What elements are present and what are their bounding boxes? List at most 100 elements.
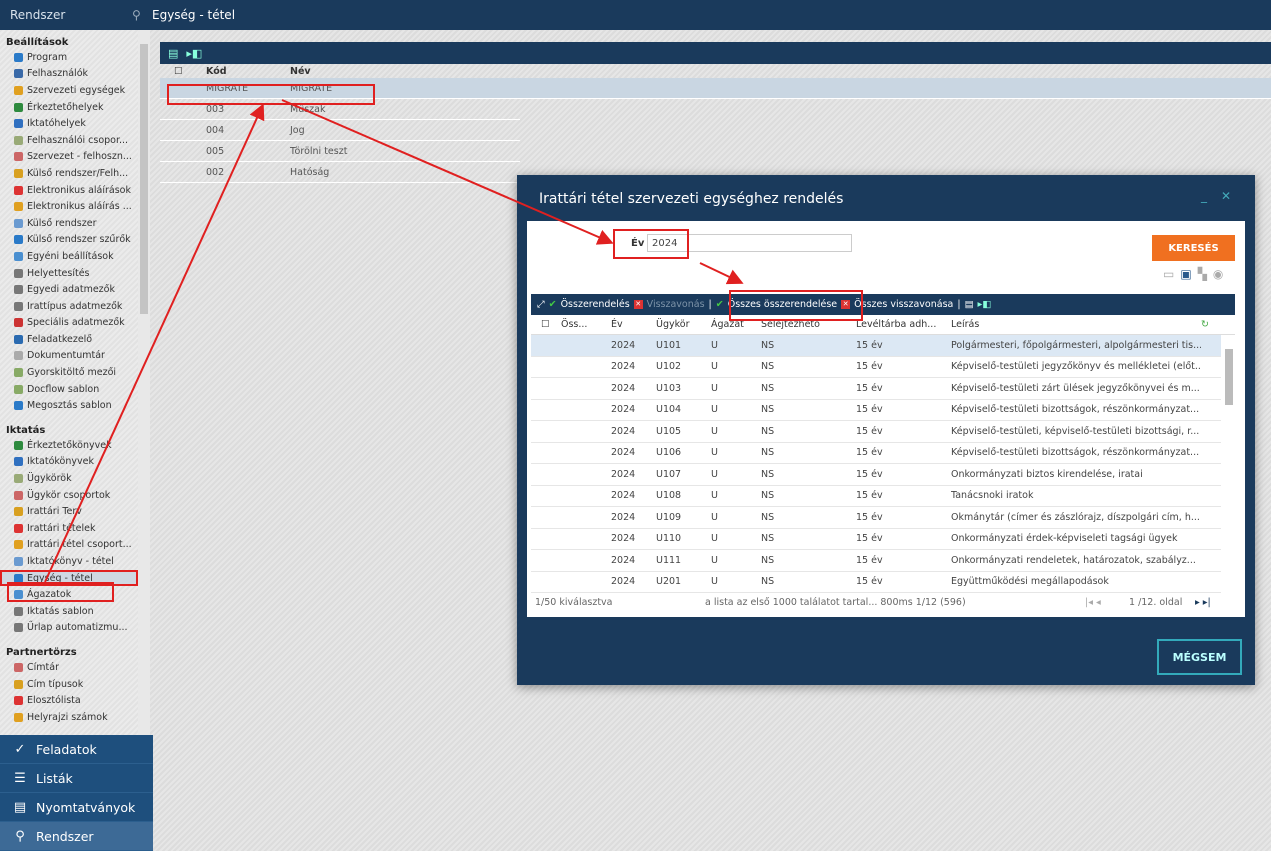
sidebar-item[interactable]: Címtár (0, 659, 138, 676)
nav-listak[interactable]: ☰ Listák (0, 764, 153, 793)
col-osszerendelt[interactable]: Öss... (561, 319, 611, 330)
first-prev-page-icons[interactable]: |◂ ◂ (1085, 597, 1129, 608)
save-icon[interactable]: ▣ (1180, 267, 1191, 281)
table-row[interactable]: 2024 U111 U NS 15 év Önkormányzati rendeletek… (531, 550, 1221, 572)
sidebar-item[interactable]: Elosztólista (0, 692, 138, 709)
sidebar-item[interactable]: Dokumentumtár (0, 348, 138, 365)
sidebar-item[interactable]: Cím típusok (0, 676, 138, 693)
cell-agazat: U (711, 361, 718, 373)
sidebar-item[interactable]: Ügykör csoportok (0, 487, 138, 504)
sidebar-item[interactable]: Iktatókönyv - tétel (0, 553, 138, 570)
col-leiras[interactable]: Leírás (951, 319, 1201, 330)
minimize-icon[interactable]: _ (1201, 189, 1221, 203)
print-icon[interactable]: ▤ (965, 299, 974, 310)
table-row[interactable]: 2024 U110 U NS 15 év Önkormányzati érdek-képv… (531, 529, 1221, 550)
table-row[interactable]: 2024 U101 U NS 15 év Polgármesteri, főpolgárm… (531, 335, 1221, 357)
nav-nyomtatvanyok[interactable]: ▤ Nyomtatványok (0, 793, 153, 822)
clear-filter-icon[interactable]: ▭ (1163, 267, 1174, 281)
sidebar-item[interactable]: Felhasználók (0, 66, 138, 83)
sidebar-item[interactable]: Irattári tételek (0, 520, 138, 537)
sidebar-item[interactable]: Gyorskitöltő mezői (0, 364, 138, 381)
sidebar-item-label: Cím típusok (27, 678, 84, 690)
menu-item-icon (14, 457, 23, 467)
menu-item-icon (14, 606, 23, 616)
sidebar-item[interactable]: Helyettesítés (0, 265, 138, 282)
sidebar-section-title[interactable]: Iktatás (0, 422, 150, 437)
sidebar-item[interactable]: Feladatkezelő (0, 331, 138, 348)
table-row[interactable]: 004 Jog (160, 120, 520, 141)
table-row[interactable]: 2024 U105 U NS 15 év Képviselő-testületi, kép… (531, 421, 1221, 443)
sidebar-item[interactable]: Irattári Terv (0, 503, 138, 520)
sidebar-item-label: Külső rendszer (27, 217, 97, 229)
dialog-scrollbar[interactable] (1223, 335, 1235, 593)
revoke-button[interactable]: Visszavonás (647, 299, 705, 310)
col-ev[interactable]: Év (611, 319, 656, 330)
cell-ev: 2024 (611, 490, 636, 502)
sidebar-item[interactable]: Szervezet - felhoszn... (0, 149, 138, 166)
cell-agazat: U (711, 468, 718, 480)
sidebar-item[interactable]: Felhasználói csopor... (0, 132, 138, 149)
print-icon[interactable]: ▤ (168, 47, 178, 60)
sidebar-item[interactable]: Program (0, 49, 138, 66)
sidebar-item[interactable]: Megosztás sablon (0, 397, 138, 414)
cancel-button[interactable]: MÉGSEM (1157, 639, 1242, 675)
search-icon[interactable]: ⚲ (132, 8, 152, 22)
assign-button[interactable]: Összerendelés (561, 299, 630, 310)
sidebar-item[interactable]: Iktatás sablon (0, 603, 138, 620)
sidebar-item[interactable]: Iktatókönyvek (0, 454, 138, 471)
sidebar-item[interactable]: Elektronikus aláírás ... (0, 198, 138, 215)
sidebar-item[interactable]: Érkeztetőkönyvek (0, 437, 138, 454)
table-row[interactable]: 2024 U108 U NS 15 év Tanácsnoki iratok (531, 486, 1221, 507)
sidebar-item[interactable]: Külső rendszer/Felh... (0, 165, 138, 182)
col-kod[interactable]: Kód (200, 66, 290, 77)
next-last-page-icons[interactable]: ▸ ▸| (1195, 597, 1211, 608)
table-row[interactable]: 2024 U102 U NS 15 év Képviselő-testületi jegy… (531, 357, 1221, 378)
sidebar-item[interactable]: Ügykörök (0, 470, 138, 487)
nav-rendszer[interactable]: ⚲ Rendszer (0, 822, 153, 851)
cell-leiras: Képviselő-testületi bizottságok, részönk… (951, 404, 1200, 416)
col-ugykor[interactable]: Ügykör (656, 319, 711, 330)
table-row[interactable]: 2024 U104 U NS 15 év Képviselő-testületi bizo… (531, 400, 1221, 421)
sidebar-item[interactable]: Helyrajzi számok (0, 709, 138, 726)
table-row[interactable]: 2024 U107 U NS 15 év Önkormányzati biztos kir… (531, 464, 1221, 486)
table-row[interactable]: 005 Törölni teszt (160, 141, 520, 162)
sidebar-item[interactable]: Űrlap automatizmu... (0, 620, 138, 637)
close-icon[interactable]: ✕ (1221, 189, 1245, 203)
sidebar-item[interactable]: Speciális adatmezők (0, 315, 138, 332)
select-all-checkbox[interactable]: ☐ (160, 66, 200, 77)
table-row[interactable]: 2024 U103 U NS 15 év Képviselő-testületi zárt… (531, 378, 1221, 400)
dropdown-icon[interactable]: ◉ (1213, 267, 1223, 281)
sidebar-item[interactable]: Iktatóhelyek (0, 115, 138, 132)
document-icon[interactable]: ▚ (1198, 267, 1207, 281)
sidebar-item[interactable]: Elektronikus aláírások (0, 182, 138, 199)
table-row[interactable]: 2024 U106 U NS 15 év Képviselő-testületi bizo… (531, 443, 1221, 464)
sidebar-item[interactable]: Irattári tétel csoport... (0, 537, 138, 554)
sidebar-item[interactable]: Irattípus adatmezők (0, 298, 138, 315)
sidebar-scrollbar[interactable] (138, 30, 150, 735)
table-row[interactable]: 002 Hatóság (160, 162, 520, 183)
sidebar-item[interactable]: Érkeztetőhelyek (0, 99, 138, 116)
select-all-checkbox[interactable]: ☐ (531, 319, 561, 330)
sidebar-item[interactable]: Docflow sablon (0, 381, 138, 398)
sidebar-item[interactable]: Külső rendszer (0, 215, 138, 232)
table-row[interactable]: 2024 U109 U NS 15 év Okmánytár (címer és zász… (531, 507, 1221, 529)
sidebar-item[interactable]: Külső rendszer szűrők (0, 232, 138, 249)
sidebar-item-label: Érkeztetőhelyek (27, 101, 104, 113)
col-nev[interactable]: Név (290, 66, 390, 77)
sidebar-section-title[interactable]: Partnertörzs (0, 644, 150, 659)
refresh-icon[interactable]: ↻ (1201, 319, 1209, 330)
cell-ev: 2024 (611, 554, 636, 566)
export-excel-icon[interactable]: ▸◧ (978, 299, 992, 310)
nav-feladatok[interactable]: ✓ Feladatok (0, 735, 153, 764)
revoke-all-button[interactable]: Összes visszavonása (854, 299, 953, 310)
sidebar-section-title[interactable]: Beállítások (0, 34, 150, 49)
sidebar-item[interactable]: Egyéni beállítások (0, 248, 138, 265)
sidebar-item[interactable]: Egyedi adatmezők (0, 281, 138, 298)
col-leveltarba[interactable]: Levéltárba adh... (856, 319, 951, 330)
sidebar-item[interactable]: Szervezeti egységek (0, 82, 138, 99)
expand-icon[interactable]: ⤢ (537, 299, 545, 310)
export-excel-icon[interactable]: ▸◧ (186, 47, 202, 60)
search-button[interactable]: KERESÉS (1152, 235, 1235, 261)
cell-leiras: Önkormányzati érdek-képviseleti tagsági … (951, 533, 1178, 545)
table-row[interactable]: 2024 U201 U NS 15 év Együttműködési megállapo… (531, 572, 1221, 593)
